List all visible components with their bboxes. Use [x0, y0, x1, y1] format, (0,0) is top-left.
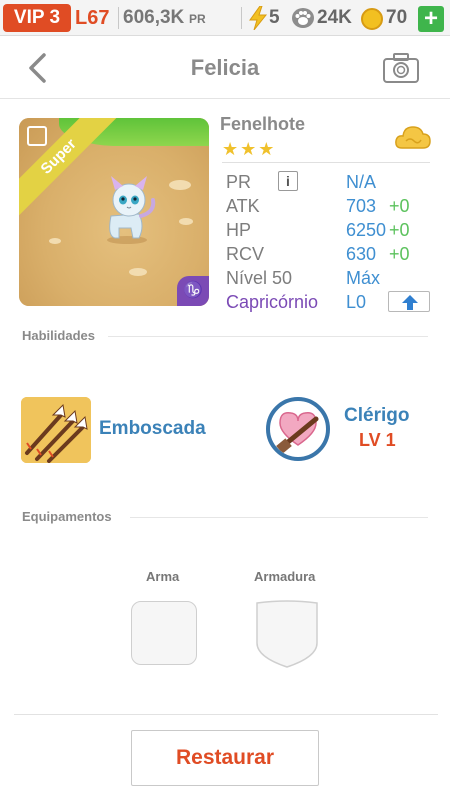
status-bar: VIP 3 L67 606,3K PR 5 24K 70 + [0, 0, 450, 36]
divider [108, 336, 428, 337]
pet-sprite [107, 176, 156, 244]
divider [130, 517, 428, 518]
pebble [169, 180, 191, 190]
weapon-label: Arma [146, 569, 180, 584]
divider [241, 7, 242, 29]
level-label: Nível 50 [226, 268, 293, 288]
coin-count: 70 [386, 7, 408, 28]
pet-portrait[interactable]: Super ♑ [19, 118, 209, 306]
paw-icon [292, 8, 314, 28]
level-value: Máx [346, 268, 381, 288]
skill-ambush-name[interactable]: Emboscada [99, 418, 206, 440]
hp-label: HP [226, 220, 252, 240]
skill-cleric-level: LV 1 [359, 430, 396, 450]
pebble [129, 268, 147, 276]
divider [14, 714, 438, 715]
player-level: L67 [75, 7, 110, 29]
energy-count: 5 [269, 7, 280, 28]
armor-slot[interactable] [254, 599, 320, 669]
hp-bonus: +0 [389, 220, 410, 240]
hp-value: 6250 [346, 220, 387, 240]
zodiac-upgrade-button[interactable] [388, 291, 430, 312]
skill-ambush-icon[interactable] [21, 397, 91, 463]
skill-cleric-icon[interactable] [266, 397, 330, 461]
pr-value: N/A [346, 172, 377, 192]
equipment-section-title: Equipamentos [22, 509, 112, 524]
zodiac-value: L0 [346, 292, 367, 312]
food-count: 24K [317, 7, 352, 28]
divider [222, 162, 430, 163]
cloud-icon[interactable] [394, 122, 432, 152]
rarity-stars: ★★★ [222, 139, 277, 159]
pet-name: Fenelhote [220, 114, 306, 134]
pebble [179, 218, 193, 225]
camera-icon[interactable] [382, 52, 420, 84]
weapon-slot[interactable] [131, 601, 197, 665]
arrow-up-icon [402, 295, 418, 310]
add-coins-button[interactable]: + [418, 6, 444, 32]
pebble [49, 238, 61, 244]
atk-bonus: +0 [389, 196, 410, 216]
rcv-bonus: +0 [389, 244, 410, 264]
power-value: 606,3K [123, 7, 185, 28]
back-arrow-icon[interactable] [24, 51, 54, 85]
skills-section-title: Habilidades [22, 328, 95, 343]
coin-icon [361, 8, 383, 30]
pr-label: PR [226, 172, 252, 192]
skill-cleric-name[interactable]: Clérigo [344, 405, 409, 427]
zodiac-label: Capricórnio [226, 292, 319, 312]
nav-bar: Felicia [0, 37, 450, 99]
rcv-label: RCV [226, 244, 265, 264]
restore-button[interactable]: Restaurar [131, 730, 319, 786]
info-icon[interactable]: i [278, 171, 298, 191]
divider [118, 7, 119, 29]
rcv-value: 630 [346, 244, 377, 264]
vip-badge[interactable]: VIP 3 [3, 4, 71, 32]
zodiac-badge: ♑ [177, 276, 209, 306]
armor-label: Armadura [254, 569, 316, 584]
atk-label: ATK [226, 196, 260, 216]
bolt-icon [249, 6, 268, 30]
card-icon [27, 126, 47, 146]
power-label: PR [189, 12, 206, 26]
atk-value: 703 [346, 196, 377, 216]
